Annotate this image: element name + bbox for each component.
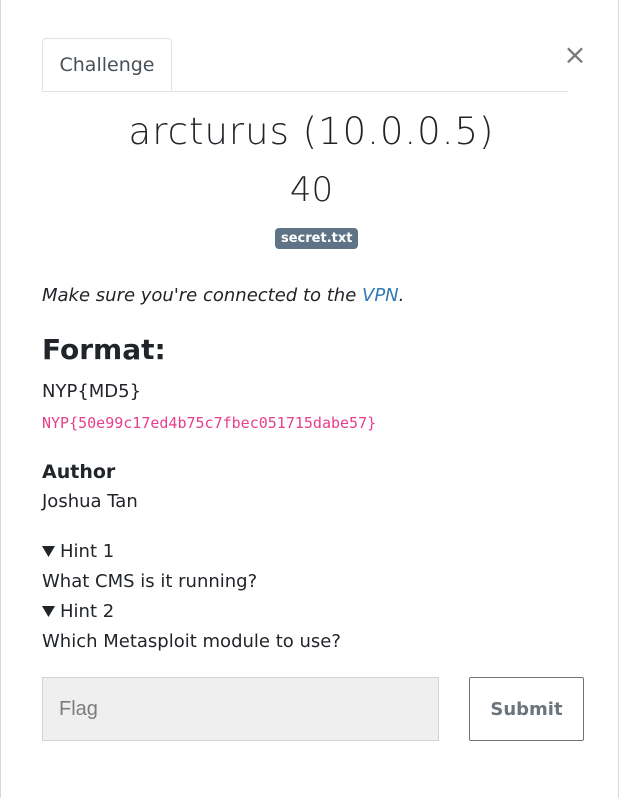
description-text: Make sure you're connected to the <box>42 285 363 306</box>
format-example-code: NYP{50e99c17ed4b75c7fbec051715dabe57} <box>42 414 377 432</box>
challenge-points: 40 <box>289 170 334 210</box>
challenge-title: arcturus (10.0.0.5) <box>128 110 495 153</box>
hint-1-toggle[interactable]: Hint 1 <box>42 541 114 562</box>
author-label: Author <box>42 461 116 483</box>
hint-2-toggle[interactable]: Hint 2 <box>42 601 114 622</box>
flag-input[interactable] <box>42 677 439 741</box>
submit-button[interactable]: Submit <box>469 677 584 741</box>
format-pattern: NYP{MD5} <box>42 381 142 402</box>
author-name: Joshua Tan <box>42 491 138 512</box>
hint-1-body: What CMS is it running? <box>42 571 258 592</box>
description-suffix: . <box>398 285 405 306</box>
file-download-badge[interactable]: secret.txt <box>275 228 359 249</box>
tab-bar: Challenge <box>42 38 568 92</box>
hint-1-label: Hint 1 <box>60 541 115 562</box>
format-heading: Format: <box>42 333 166 366</box>
hint-2-body: Which Metasploit module to use? <box>42 631 341 652</box>
challenge-description: Make sure you're connected to the VPN. <box>42 285 404 306</box>
triangle-down-icon <box>42 546 55 557</box>
triangle-down-icon <box>42 606 55 617</box>
challenge-modal: Challenge × arcturus (10.0.0.5) 40 secre… <box>0 0 619 798</box>
close-icon[interactable]: × <box>563 40 587 70</box>
vpn-link[interactable]: VPN <box>362 285 399 306</box>
tab-challenge[interactable]: Challenge <box>42 38 172 91</box>
hint-2-label: Hint 2 <box>60 601 115 622</box>
